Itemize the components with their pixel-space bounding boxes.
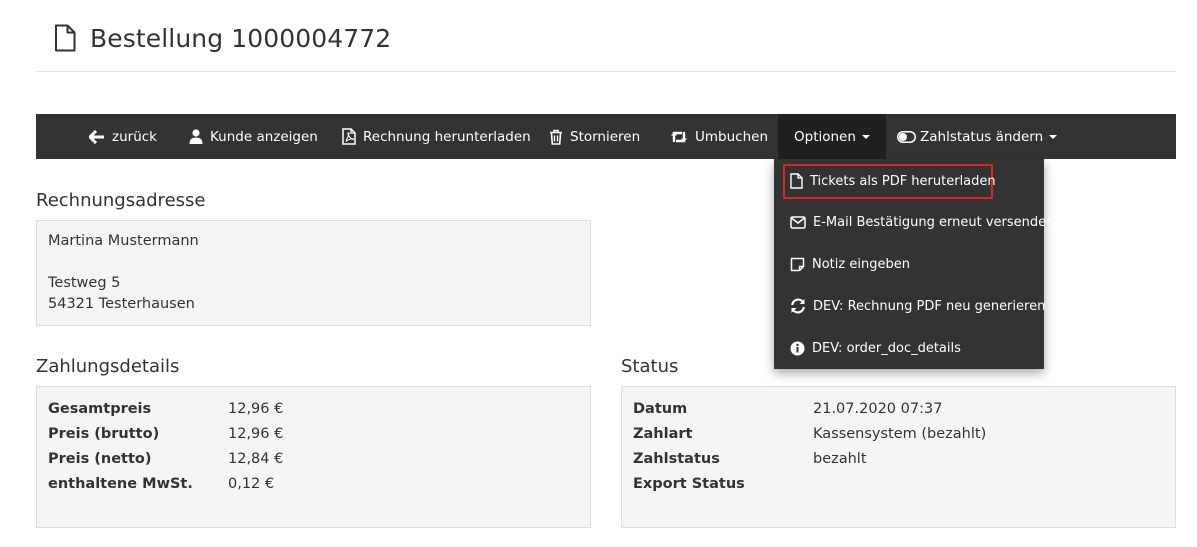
options-label: Optionen — [794, 128, 856, 145]
payment-row-label: Gesamtpreis — [48, 401, 152, 417]
status-row: Datum 21.07.2020 07:37 — [633, 401, 942, 421]
status-row: Zahlart Kassensystem (bezahlt) — [633, 426, 986, 446]
status-row-label: Export Status — [633, 476, 745, 492]
title-divider — [36, 71, 1176, 72]
status-heading: Status — [621, 356, 679, 377]
payment-row-label: Preis (netto) — [48, 451, 152, 467]
menu-item-label: DEV: Rechnung PDF neu generieren — [813, 298, 1046, 314]
info-circle-icon — [790, 341, 805, 355]
back-button[interactable]: zurück — [89, 114, 157, 159]
billing-address-heading: Rechnungsadresse — [36, 190, 206, 211]
rebook-label: Umbuchen — [695, 128, 768, 145]
payment-row-label: Preis (brutto) — [48, 426, 160, 442]
cancel-order-label: Stornieren — [570, 128, 641, 145]
page-title: Bestellung 1000004772 — [54, 20, 391, 56]
page-title-text: Bestellung 1000004772 — [90, 23, 392, 53]
street-line: Testweg 5 — [48, 275, 121, 291]
download-invoice-label: Rechnung herunterladen — [363, 128, 531, 145]
caret-down-icon — [1049, 134, 1058, 139]
menu-item-resend-email[interactable]: E-Mail Bestätigung erneut versenden — [790, 211, 1054, 233]
menu-item-label: Notiz eingeben — [812, 256, 910, 272]
order-toolbar: zurück Kunde anzeigen Rechnung herunterl… — [36, 114, 1176, 159]
payment-row-label: enthaltene MwSt. — [48, 476, 193, 492]
arrow-left-icon — [89, 129, 104, 144]
show-customer-label: Kunde anzeigen — [210, 128, 318, 145]
rebook-button[interactable]: Umbuchen — [670, 114, 768, 159]
menu-item-label: Tickets als PDF heruterladen — [810, 173, 996, 189]
file-pdf-icon — [342, 128, 356, 145]
menu-item-label: DEV: order_doc_details — [812, 340, 961, 356]
payment-row-value: 12,96 € — [228, 401, 284, 417]
status-row-label: Zahlart — [633, 426, 693, 442]
status-row-label: Zahlstatus — [633, 451, 720, 467]
payment-status-label: Zahlstatus ändern — [920, 128, 1044, 145]
user-icon — [189, 129, 203, 144]
back-label: zurück — [112, 128, 157, 145]
status-row-value: 21.07.2020 07:37 — [813, 401, 943, 417]
menu-item-regenerate-invoice[interactable]: DEV: Rechnung PDF neu generieren — [790, 295, 1045, 317]
billing-address-panel: Martina Mustermann Testweg 5 54321 Teste… — [36, 220, 591, 326]
menu-item-download-tickets-pdf[interactable]: Tickets als PDF heruterladen — [790, 170, 996, 192]
envelope-icon — [790, 215, 806, 229]
file-icon — [790, 173, 803, 189]
menu-item-order-doc-details[interactable]: DEV: order_doc_details — [790, 337, 961, 359]
payment-row: enthaltene MwSt. 0,12 € — [48, 476, 274, 496]
refresh-icon — [791, 298, 805, 314]
menu-item-label: E-Mail Bestätigung erneut versenden — [813, 214, 1055, 230]
payment-details-panel: Gesamtpreis 12,96 € Preis (brutto) 12,96… — [36, 386, 591, 528]
caret-down-icon — [861, 134, 870, 139]
payment-row: Gesamtpreis 12,96 € — [48, 401, 283, 421]
status-row-value: Kassensystem (bezahlt) — [813, 426, 987, 442]
payment-row: Preis (netto) 12,84 € — [48, 451, 283, 471]
city-line: 54321 Testerhausen — [48, 296, 195, 312]
payment-row-value: 12,84 € — [228, 451, 284, 467]
status-row-label: Datum — [633, 401, 688, 417]
show-customer-button[interactable]: Kunde anzeigen — [189, 114, 318, 159]
payment-status-dropdown-toggle[interactable]: Zahlstatus ändern — [897, 114, 1058, 159]
payment-row-value: 0,12 € — [228, 476, 275, 492]
sticky-note-icon — [790, 257, 805, 271]
options-dropdown-menu: Tickets als PDF heruterladen E-Mail Best… — [774, 159, 1054, 369]
cancel-order-button[interactable]: Stornieren — [549, 114, 640, 159]
toggle-on-icon — [897, 130, 916, 143]
payment-row: Preis (brutto) 12,96 € — [48, 426, 283, 446]
menu-item-add-note[interactable]: Notiz eingeben — [790, 253, 910, 275]
payment-details-heading: Zahlungsdetails — [36, 356, 180, 377]
trash-icon — [550, 129, 562, 145]
customer-name: Martina Mustermann — [48, 233, 199, 249]
status-panel: Datum 21.07.2020 07:37 Zahlart Kassensys… — [621, 386, 1176, 528]
document-icon — [55, 24, 76, 52]
status-row-value: bezahlt — [813, 451, 867, 467]
options-dropdown-toggle[interactable]: Optionen — [778, 114, 886, 159]
retweet-icon — [671, 131, 687, 142]
status-row: Zahlstatus bezahlt — [633, 451, 867, 471]
download-invoice-button[interactable]: Rechnung herunterladen — [342, 114, 531, 159]
payment-row-value: 12,96 € — [228, 426, 284, 442]
status-row: Export Status — [633, 476, 813, 496]
